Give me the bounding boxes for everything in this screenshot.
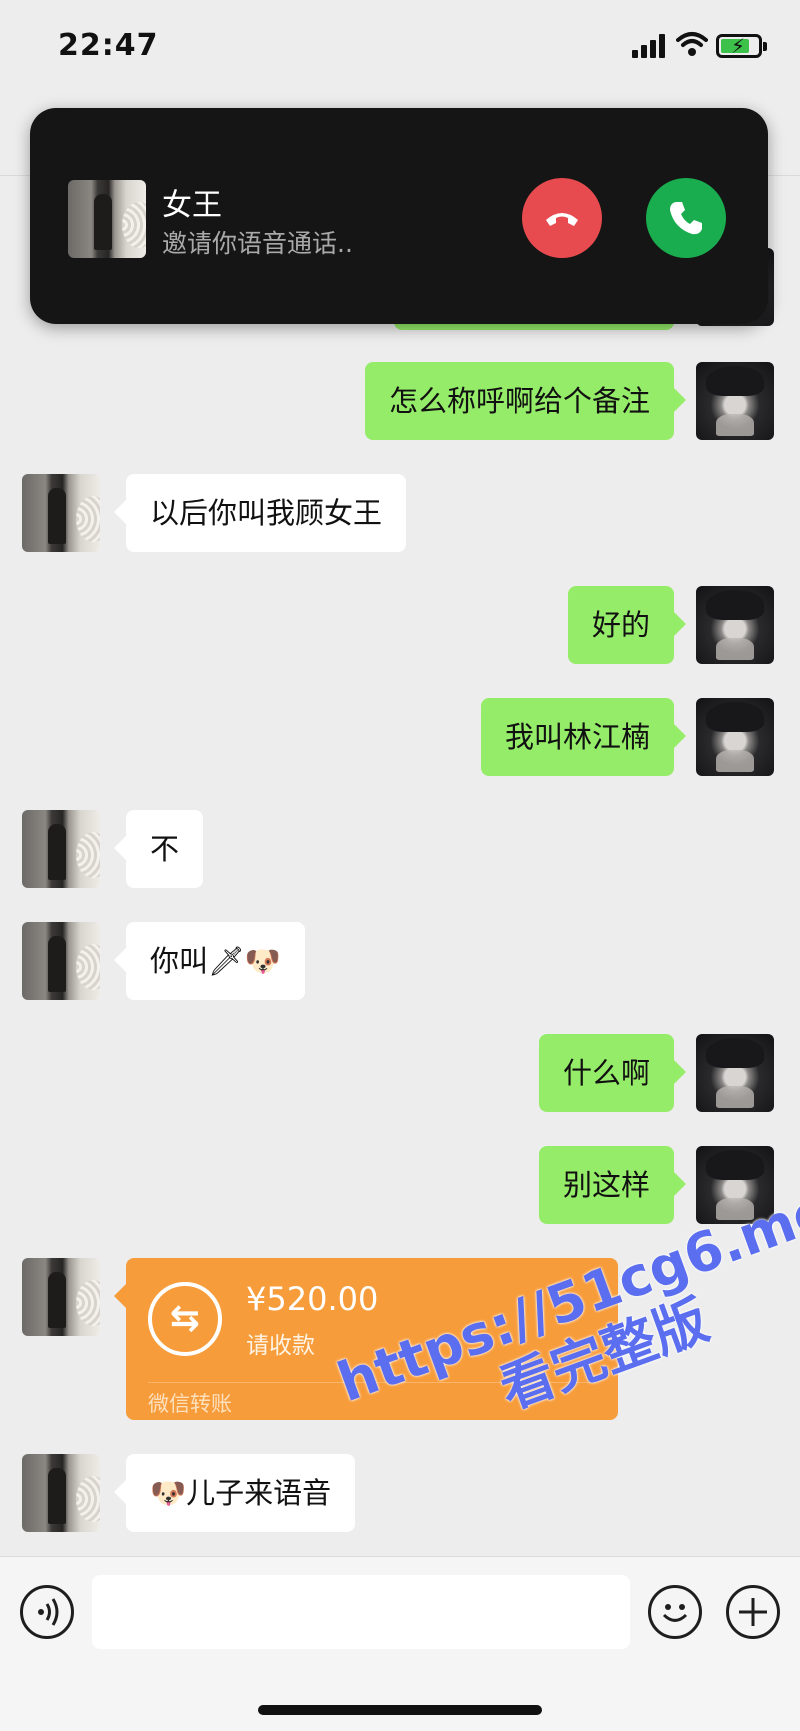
message-bubble-incoming[interactable]: 🐶儿子来语音	[113, 1454, 356, 1532]
avatar-contact[interactable]	[22, 1258, 100, 1336]
home-indicator	[258, 1705, 542, 1715]
battery-charging-icon: ⚡	[716, 34, 767, 58]
message-bubble-outgoing[interactable]: 我叫林江楠	[480, 698, 687, 776]
voice-icon	[38, 1598, 59, 1626]
transfer-amount: ¥520.00	[246, 1280, 379, 1318]
input-bar	[0, 1556, 800, 1731]
transfer-hint: 请收款	[246, 1333, 315, 1359]
watermark: https://51cg6.me 看完整版	[330, 1178, 800, 1473]
transfer-arrows-icon: ⇆	[148, 1282, 222, 1356]
decline-call-button[interactable]	[522, 178, 602, 258]
phone-accept-icon	[670, 202, 702, 235]
message-bubble-incoming[interactable]: 你叫🗡🐶	[114, 922, 305, 1000]
plus-button[interactable]	[726, 1585, 780, 1639]
wifi-icon	[676, 32, 708, 56]
message-bubble-outgoing[interactable]: 什么啊	[538, 1034, 687, 1112]
message-bubble-incoming[interactable]: 不	[113, 810, 204, 888]
message-bubble-outgoing[interactable]: 好的	[567, 586, 687, 664]
message-bubble-outgoing[interactable]: 怎么称呼啊给个备注	[364, 362, 687, 440]
message-input[interactable]	[92, 1575, 630, 1649]
status-bar: 22:47 ⚡	[0, 0, 800, 96]
avatar-self[interactable]	[696, 698, 774, 776]
emoji-icon	[662, 1604, 688, 1622]
avatar-self[interactable]	[696, 362, 774, 440]
caller-avatar	[68, 180, 146, 258]
accept-call-button[interactable]	[646, 178, 726, 258]
incoming-call-banner[interactable]: 女王 邀请你语音通话..	[30, 108, 768, 324]
message-bubble-outgoing[interactable]: 别这样	[538, 1146, 687, 1224]
emoji-button[interactable]	[648, 1585, 702, 1639]
avatar-contact[interactable]	[22, 810, 100, 888]
avatar-contact[interactable]	[22, 922, 100, 1000]
caller-name: 女王	[162, 188, 222, 223]
avatar-self[interactable]	[696, 1034, 774, 1112]
signal-icon	[632, 34, 666, 58]
avatar-contact[interactable]	[22, 1454, 100, 1532]
avatar-self[interactable]	[696, 586, 774, 664]
message-bubble-incoming[interactable]: 以后你叫我顾女王	[113, 474, 407, 552]
phone-hangup-icon	[546, 213, 578, 226]
status-time: 22:47	[58, 28, 159, 63]
transfer-brand: 微信转账	[148, 1392, 232, 1416]
avatar-contact[interactable]	[22, 474, 100, 552]
call-subtitle: 邀请你语音通话..	[162, 229, 353, 258]
voice-button[interactable]	[20, 1585, 74, 1639]
